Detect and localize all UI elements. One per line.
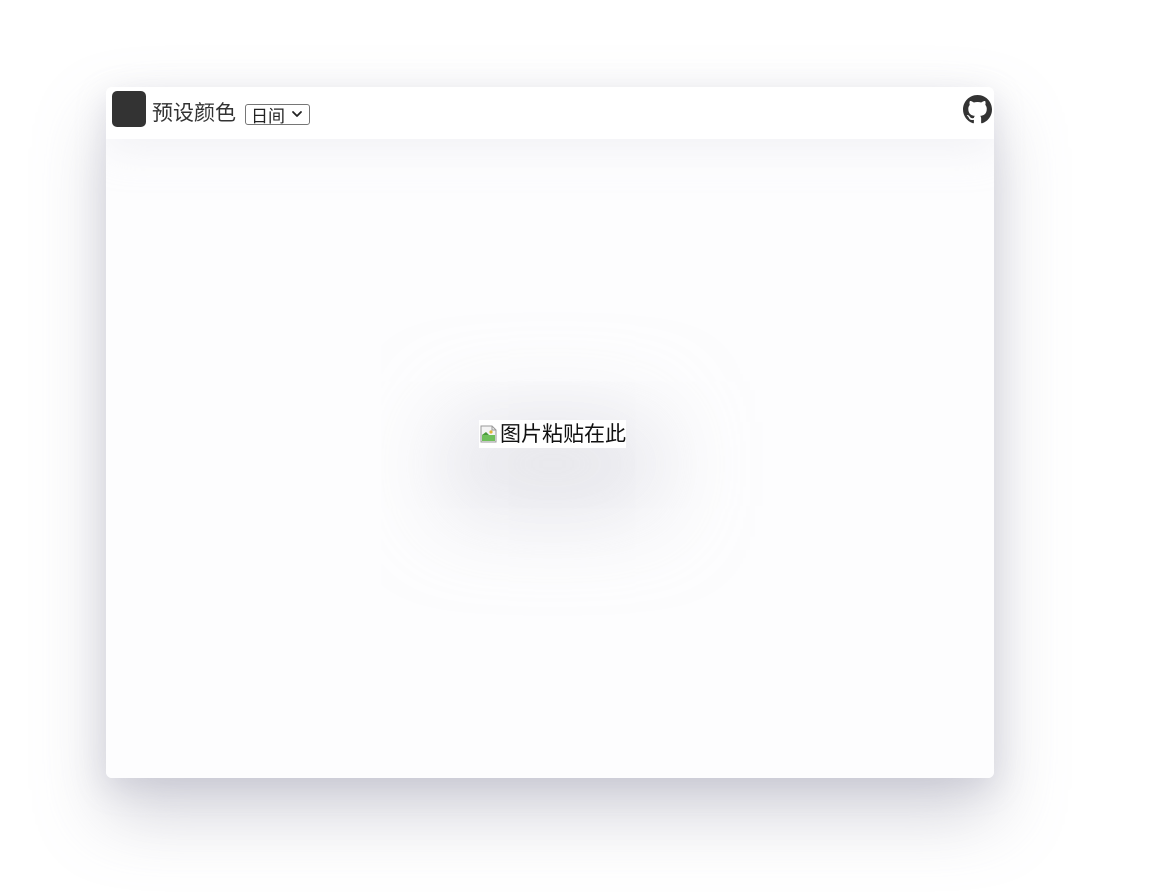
theme-mode-selected-value: 日间 xyxy=(251,107,285,127)
chevron-down-icon xyxy=(292,111,302,117)
toolbar: 预设颜色 日间 xyxy=(106,87,994,139)
preset-color-label: 预设颜色 xyxy=(152,101,236,125)
paste-canvas[interactable]: 图片粘贴在此 xyxy=(106,139,994,778)
broken-image-icon xyxy=(480,425,497,443)
paste-image-alt-text: 图片粘贴在此 xyxy=(500,422,626,446)
github-icon[interactable] xyxy=(963,95,992,124)
theme-mode-select[interactable]: 日间 xyxy=(245,104,310,127)
pasted-image-placeholder[interactable]: 图片粘贴在此 xyxy=(479,420,626,448)
app-window: 预设颜色 日间 图片粘贴在此 xyxy=(106,87,994,778)
color-picker-swatch[interactable] xyxy=(112,91,146,127)
